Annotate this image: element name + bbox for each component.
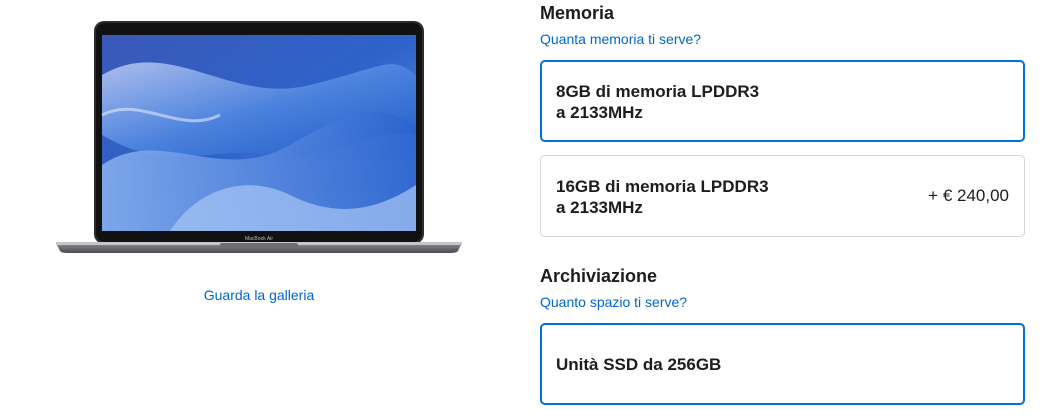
storage-option-256gb[interactable]: Unità SSD da 256GB — [540, 323, 1025, 405]
memory-option-8gb-label: 8GB di memoria LPDDR3 a 2133MHz — [556, 81, 759, 123]
product-badge: MacBook Air — [245, 236, 273, 242]
storage-section-title: Archiviazione — [540, 266, 658, 286]
memory-option-16gb[interactable]: 16GB di memoria LPDDR3 a 2133MHz + € 240… — [540, 155, 1025, 237]
memory-option-16gb-line1: 16GB di memoria LPDDR3 — [556, 177, 769, 196]
configurator-page: MacBook Air Guarda la galleria Memoria Q… — [0, 0, 1060, 415]
memory-option-8gb-line2: a 2133MHz — [556, 103, 643, 122]
memory-option-16gb-label: 16GB di memoria LPDDR3 a 2133MHz — [556, 176, 769, 218]
storage-option-256gb-label: Unità SSD da 256GB — [556, 355, 722, 374]
memory-option-16gb-price: + € 240,00 — [928, 186, 1009, 205]
memory-option-8gb[interactable]: 8GB di memoria LPDDR3 a 2133MHz — [540, 60, 1025, 142]
storage-help-link[interactable]: Quanto spazio ti serve? — [540, 294, 687, 310]
macbook-air-image: MacBook Air — [56, 21, 462, 253]
memory-section-title: Memoria — [540, 3, 615, 23]
gallery-link[interactable]: Guarda la galleria — [150, 287, 368, 303]
memory-option-8gb-line1: 8GB di memoria LPDDR3 — [556, 82, 760, 101]
memory-help-link[interactable]: Quanta memoria ti serve? — [540, 31, 701, 47]
memory-option-16gb-line2: a 2133MHz — [556, 198, 643, 217]
